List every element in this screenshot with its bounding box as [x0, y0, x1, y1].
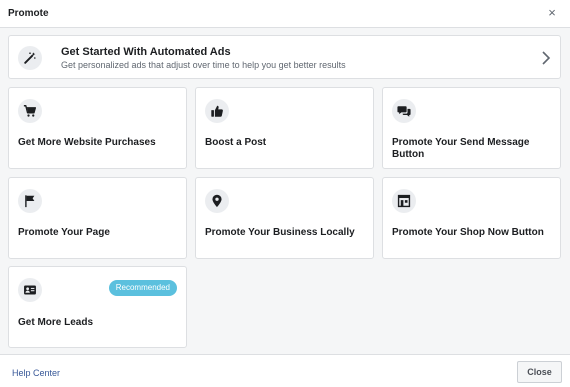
dialog-title: Promote [8, 8, 49, 19]
card-promote-locally[interactable]: Promote Your Business Locally [195, 177, 374, 259]
chevron-right-icon [542, 51, 551, 65]
automated-ads-card[interactable]: Get Started With Automated Ads Get perso… [8, 35, 561, 79]
card-website-purchases[interactable]: Get More Website Purchases [8, 87, 187, 169]
card-shop-now[interactable]: Promote Your Shop Now Button [382, 177, 561, 259]
automated-ads-title: Get Started With Automated Ads [61, 46, 231, 58]
location-pin-icon [205, 189, 229, 213]
help-center-link[interactable]: Help Center [12, 368, 60, 378]
dialog-footer: Help Center Close [0, 354, 570, 387]
card-more-leads[interactable]: Recommended Get More Leads [8, 266, 187, 348]
dialog-header: Promote × [0, 0, 570, 28]
card-promote-page[interactable]: Promote Your Page [8, 177, 187, 259]
card-label: Get More Website Purchases [18, 137, 156, 148]
card-label: Promote Your Shop Now Button [392, 227, 544, 238]
card-label: Get More Leads [18, 317, 94, 328]
close-button[interactable]: Close [517, 361, 562, 383]
close-icon[interactable]: × [545, 6, 559, 20]
storefront-icon [392, 189, 416, 213]
thumbs-up-icon [205, 99, 229, 123]
flag-icon [18, 189, 42, 213]
automated-ads-subtitle: Get personalized ads that adjust over ti… [61, 60, 346, 70]
card-label: Boost a Post [205, 137, 267, 148]
shopping-cart-icon [18, 99, 42, 123]
magic-wand-icon [18, 46, 42, 70]
card-send-message[interactable]: Promote Your Send Message Button [382, 87, 561, 169]
contact-card-icon [18, 278, 42, 302]
card-boost-post[interactable]: Boost a Post [195, 87, 374, 169]
chat-bubbles-icon [392, 99, 416, 123]
recommended-badge: Recommended [108, 280, 177, 296]
dialog-body: Get Started With Automated Ads Get perso… [0, 28, 570, 354]
card-label: Promote Your Page [18, 227, 110, 238]
card-label: Promote Your Send Message Button [392, 137, 530, 160]
card-label: Promote Your Business Locally [205, 227, 355, 238]
